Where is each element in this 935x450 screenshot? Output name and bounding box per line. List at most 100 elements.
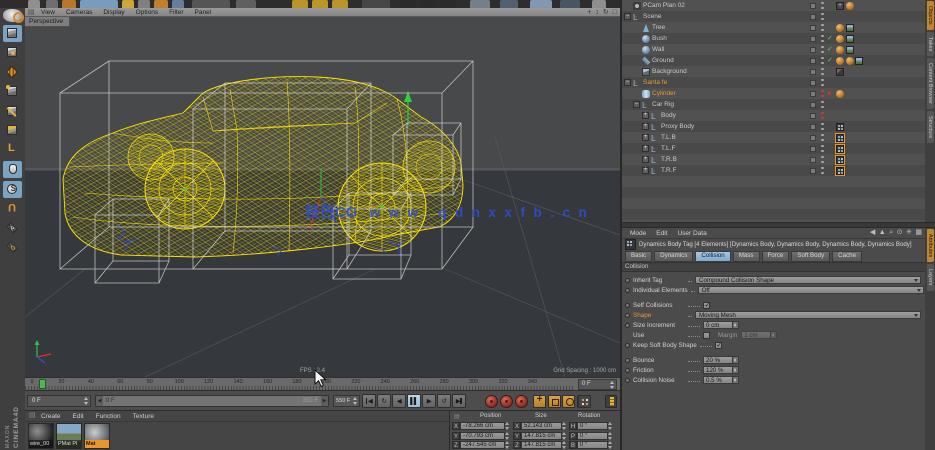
goto-start-button[interactable]: ◀ — [362, 394, 376, 408]
object-row-pcam-plan-02[interactable]: PCam Plan 02 — [622, 0, 925, 11]
keyframe-dot[interactable] — [625, 342, 630, 348]
viewport-menu-cameras[interactable]: Cameras — [66, 9, 92, 16]
material-thumbnail[interactable]: wire_00 — [28, 423, 54, 449]
visibility-dots[interactable] — [821, 1, 824, 10]
use-checkbox[interactable] — [703, 331, 710, 339]
spinner-arrows[interactable] — [353, 397, 358, 405]
phong-tag-icon[interactable] — [836, 45, 844, 54]
spinner-arrows[interactable] — [733, 365, 739, 375]
perspective-view-tab[interactable]: Perspective — [25, 17, 70, 27]
record-scale-toggle[interactable] — [547, 394, 561, 408]
tab-mass[interactable]: Mass — [732, 251, 760, 262]
expander-plus-icon[interactable] — [642, 123, 649, 130]
layer-chip[interactable] — [810, 57, 816, 64]
dock-tab-content-browser[interactable]: Content Browser — [926, 58, 934, 109]
layer-chip[interactable] — [810, 90, 816, 97]
keyframe-dot[interactable] — [625, 302, 630, 308]
coordinate-field[interactable]: 147.815 cm — [521, 431, 562, 440]
dock-tab-attributes[interactable]: Attributes — [926, 229, 934, 263]
record-pla-toggle[interactable] — [578, 394, 591, 408]
frame-ruler[interactable]: 0 20 40 60 80 100 120 140 160 180 200 220 240 260 280 3… — [25, 378, 575, 390]
individual-elements-dropdown[interactable]: Off — [697, 285, 924, 295]
attribute-menu-mode[interactable]: Mode — [630, 230, 646, 237]
coordinate-field[interactable]: 0 ° — [577, 431, 608, 440]
margin-field[interactable]: 1 cm — [741, 330, 778, 340]
visibility-dots[interactable] — [821, 67, 824, 76]
visibility-dots[interactable] — [821, 23, 824, 32]
expander-minus-icon[interactable] — [624, 13, 631, 20]
layer-chip[interactable] — [810, 46, 816, 53]
tab-cache[interactable]: Cache — [832, 251, 863, 262]
expander-plus-icon[interactable] — [642, 134, 649, 141]
forward-icon[interactable]: ▲ — [879, 228, 886, 238]
expander-plus-icon[interactable] — [642, 112, 649, 119]
friction-field[interactable]: 120 % — [703, 365, 739, 375]
viewport-canvas[interactable]: 技巴CG www.qdnxxfb.cn FPS : 2.4 Grid Spaci… — [25, 17, 620, 377]
bounce-field[interactable]: 20 % — [703, 355, 739, 365]
spinner-arrows[interactable] — [733, 320, 739, 330]
material-menu-edit[interactable]: Edit — [73, 413, 84, 420]
disabled-cross-icon[interactable] — [827, 88, 832, 99]
object-row-t-r-f[interactable]: T.R.F — [622, 165, 925, 176]
workplane-icon[interactable] — [3, 220, 22, 237]
visibility-dots[interactable] — [821, 45, 824, 54]
record-rotation-toggle[interactable] — [562, 394, 575, 408]
visibility-dots[interactable] — [821, 34, 824, 43]
layout-icon[interactable]: ▦ — [915, 228, 922, 238]
magnet-icon[interactable] — [3, 200, 22, 217]
self-collisions-checkbox[interactable] — [703, 301, 710, 309]
edges-mode-icon[interactable] — [3, 103, 22, 120]
play-reverse-button[interactable]: ↻ — [377, 394, 391, 408]
visibility-dots[interactable] — [821, 166, 824, 175]
visibility-dots[interactable] — [821, 122, 824, 131]
layer-chip[interactable] — [810, 35, 816, 42]
object-row-wall[interactable]: Wall — [622, 44, 925, 55]
spinner-arrows[interactable] — [771, 330, 778, 340]
viewport-menu-panel[interactable]: Panel — [195, 9, 212, 16]
lock-icon[interactable]: ⊙ — [897, 228, 903, 238]
back-icon[interactable]: ◀ — [870, 228, 875, 238]
step-back-button[interactable]: ◀ — [392, 394, 406, 408]
toggle-view-icon[interactable]: □ — [613, 8, 617, 17]
viewport-menu-filter[interactable]: Filter — [169, 9, 183, 16]
material-menu-texture[interactable]: Texture — [133, 413, 154, 420]
enabled-check-icon[interactable] — [827, 33, 833, 44]
visibility-dots[interactable] — [821, 144, 824, 153]
coordinate-field[interactable]: 52.143 cm — [521, 422, 562, 430]
visibility-dots[interactable] — [821, 78, 824, 87]
target-tag-icon[interactable] — [836, 1, 844, 10]
texture-tag-icon[interactable] — [845, 34, 854, 43]
texture-tag-icon[interactable] — [855, 56, 863, 65]
layer-chip[interactable] — [810, 123, 816, 130]
object-row-bush[interactable]: Bush — [622, 33, 925, 44]
shape-dropdown[interactable]: Moving Mesh — [695, 310, 921, 320]
layer-chip[interactable] — [810, 79, 816, 86]
layer-chip[interactable] — [810, 134, 816, 141]
attribute-menu-user-data[interactable]: User Data — [677, 230, 706, 237]
coordinate-field[interactable]: 0 ° — [577, 441, 608, 449]
spinner-arrows[interactable] — [505, 422, 510, 430]
range-right-handle[interactable]: ▶ — [321, 396, 328, 406]
dynamics-tag-icon[interactable] — [835, 132, 845, 143]
phong-tag-icon[interactable] — [836, 23, 844, 32]
object-row-car-rig[interactable]: Car Rig — [622, 99, 925, 110]
coordinate-field[interactable]: 0 ° — [577, 422, 608, 430]
start-frame-field[interactable]: 0 F — [27, 395, 91, 407]
coordinate-field[interactable]: -78.266 cm — [460, 422, 505, 430]
menu-grip-icon[interactable]: ▤ — [28, 8, 35, 17]
tab-force[interactable]: Force — [761, 251, 790, 262]
visibility-dots[interactable] — [821, 133, 824, 142]
phong-tag-icon[interactable] — [836, 89, 844, 98]
layer-chip[interactable] — [810, 2, 816, 9]
spinner-arrows[interactable] — [562, 422, 567, 430]
layer-chip[interactable] — [810, 24, 816, 31]
keyframe-dot[interactable] — [625, 367, 630, 373]
visibility-dots[interactable] — [821, 12, 824, 21]
layer-chip[interactable] — [810, 101, 816, 108]
zoom-icon[interactable]: ↕ — [595, 8, 599, 17]
search-icon[interactable]: ⌕ — [889, 228, 893, 238]
spinner-arrows[interactable] — [505, 431, 510, 440]
spinner-arrows[interactable] — [608, 441, 613, 449]
object-row-tree[interactable]: Tree — [622, 22, 925, 33]
dynamics-tag-icon[interactable] — [835, 154, 845, 165]
